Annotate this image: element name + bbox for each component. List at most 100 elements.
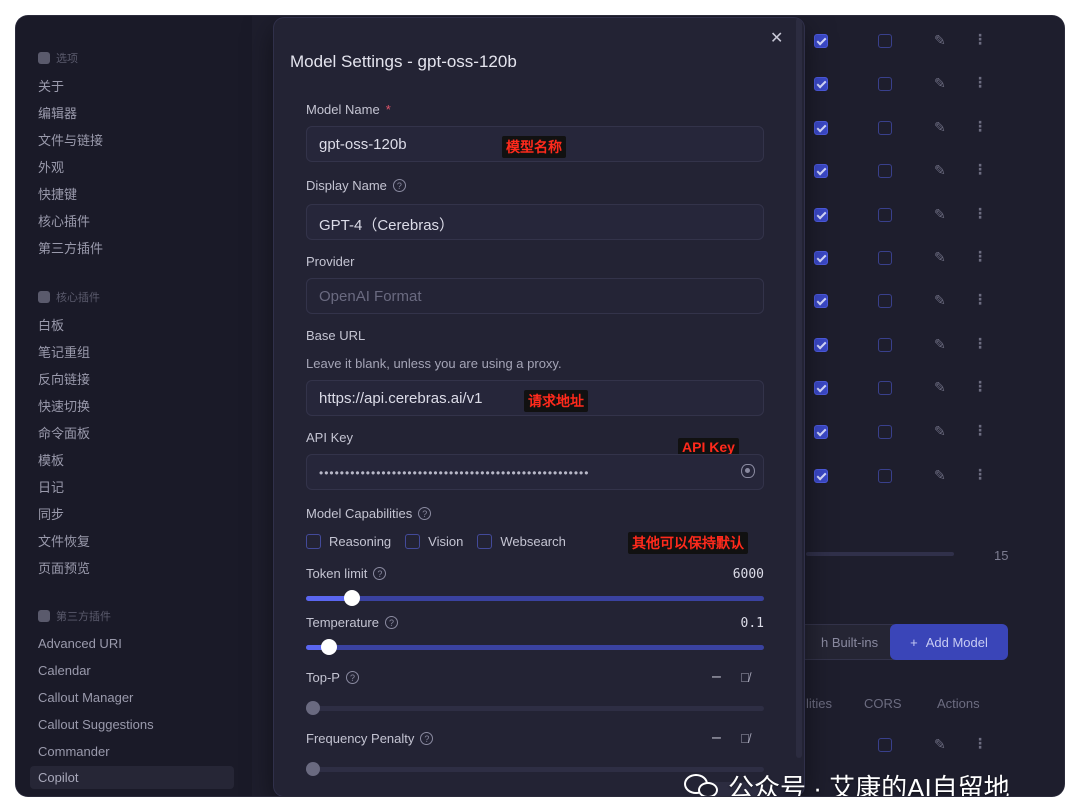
capability-websearch-checkbox[interactable]: Websearch bbox=[477, 534, 566, 549]
cors-checkbox[interactable] bbox=[878, 164, 892, 178]
edit-pencil-icon[interactable]: ✎ bbox=[934, 249, 946, 266]
help-icon[interactable]: ? bbox=[373, 567, 387, 580]
cors-checkbox[interactable] bbox=[878, 469, 892, 483]
help-icon[interactable]: ? bbox=[392, 179, 406, 192]
more-options-icon[interactable]: ⋮ bbox=[973, 291, 987, 308]
enabled-checkbox[interactable] bbox=[814, 381, 828, 395]
add-model-button[interactable]: + Add Model bbox=[890, 624, 1008, 660]
edit-pencil-icon[interactable]: ✎ bbox=[934, 292, 946, 309]
edit-pencil-icon[interactable]: ✎ bbox=[934, 423, 946, 440]
sidebar-item[interactable]: 外观 bbox=[38, 157, 64, 176]
enabled-checkbox[interactable] bbox=[814, 469, 828, 483]
more-options-icon[interactable]: ⋮ bbox=[973, 74, 987, 91]
enabled-checkbox[interactable] bbox=[814, 425, 828, 439]
edit-pencil-icon[interactable]: ✎ bbox=[934, 119, 946, 136]
more-options-icon[interactable]: ⋮ bbox=[973, 735, 987, 752]
sidebar-item[interactable]: 笔记重组 bbox=[38, 342, 90, 361]
sidebar-item[interactable]: Calendar bbox=[38, 663, 91, 678]
more-options-icon[interactable]: ⋮ bbox=[973, 205, 987, 222]
slider-handle[interactable] bbox=[344, 590, 360, 606]
cors-checkbox[interactable] bbox=[878, 381, 892, 395]
token-limit-slider[interactable] bbox=[306, 590, 764, 606]
sidebar-item[interactable]: Advanced URI bbox=[38, 636, 122, 651]
enabled-checkbox[interactable] bbox=[814, 34, 828, 48]
edit-pencil-icon[interactable]: ✎ bbox=[934, 162, 946, 179]
edit-pencil-icon[interactable]: ✎ bbox=[934, 379, 946, 396]
temperature-slider[interactable] bbox=[306, 639, 764, 655]
sidebar-item[interactable]: 快速切换 bbox=[38, 396, 90, 415]
close-icon[interactable]: ✕ bbox=[770, 28, 783, 48]
display-name-input[interactable]: GPT-4（Cerebras） bbox=[306, 204, 764, 240]
sidebar-item[interactable]: Commander bbox=[38, 744, 110, 759]
slider-handle[interactable] bbox=[306, 701, 320, 715]
annotation-others-default: 其他可以保持默认 bbox=[628, 532, 748, 554]
edit-pencil-icon[interactable]: ✎ bbox=[934, 736, 946, 753]
sidebar-item[interactable]: 日记 bbox=[38, 477, 64, 496]
capability-reasoning-checkbox[interactable]: Reasoning bbox=[306, 534, 391, 549]
slider-handle[interactable] bbox=[306, 762, 320, 776]
slider-handle[interactable] bbox=[321, 639, 337, 655]
disable-link-icon[interactable]: ⛓̸ bbox=[740, 731, 750, 746]
cors-checkbox[interactable] bbox=[878, 77, 892, 91]
settings-window: 选项 关于 编辑器 文件与链接 外观 快捷键 核心插件 第三方插件 核心插件 白… bbox=[16, 16, 1064, 796]
refresh-builtins-button[interactable]: h Built-ins bbox=[798, 624, 898, 660]
enabled-checkbox[interactable] bbox=[814, 77, 828, 91]
enabled-checkbox[interactable] bbox=[814, 294, 828, 308]
sidebar-item[interactable]: Callout Manager bbox=[38, 690, 133, 705]
more-options-icon[interactable]: ⋮ bbox=[973, 161, 987, 178]
cors-checkbox[interactable] bbox=[878, 121, 892, 135]
top-p-slider[interactable] bbox=[306, 701, 764, 715]
enabled-checkbox[interactable] bbox=[814, 338, 828, 352]
cors-checkbox[interactable] bbox=[878, 251, 892, 265]
edit-pencil-icon[interactable]: ✎ bbox=[934, 75, 946, 92]
more-options-icon[interactable]: ⋮ bbox=[973, 248, 987, 265]
sidebar-item[interactable]: 关于 bbox=[38, 76, 64, 95]
background-slider[interactable] bbox=[806, 552, 954, 556]
help-icon[interactable]: ? bbox=[420, 732, 434, 745]
api-key-input[interactable]: ••••••••••••••••••••••••••••••••••••••••… bbox=[306, 454, 764, 490]
capability-vision-checkbox[interactable]: Vision bbox=[405, 534, 463, 549]
sidebar-item[interactable]: 快捷键 bbox=[38, 184, 77, 203]
sidebar-item[interactable]: 第三方插件 bbox=[38, 238, 103, 257]
provider-select[interactable]: OpenAI Format bbox=[306, 278, 764, 314]
sidebar-item[interactable]: 白板 bbox=[38, 315, 64, 334]
sidebar-item[interactable]: 模板 bbox=[38, 450, 64, 469]
sidebar-item[interactable]: Callout Suggestions bbox=[38, 717, 154, 732]
more-options-icon[interactable]: ⋮ bbox=[973, 31, 987, 48]
more-options-icon[interactable]: ⋮ bbox=[973, 118, 987, 135]
sidebar-item[interactable]: 核心插件 bbox=[38, 211, 90, 230]
dialog-scrollbar[interactable] bbox=[796, 18, 802, 758]
cors-checkbox[interactable] bbox=[878, 338, 892, 352]
sidebar-item[interactable]: 文件恢复 bbox=[38, 531, 90, 550]
edit-pencil-icon[interactable]: ✎ bbox=[934, 206, 946, 223]
sidebar-item[interactable]: 页面预览 bbox=[38, 558, 90, 577]
help-icon[interactable]: ? bbox=[384, 616, 398, 629]
help-icon[interactable]: ? bbox=[418, 507, 432, 520]
more-options-icon[interactable]: ⋮ bbox=[973, 335, 987, 352]
cors-checkbox[interactable] bbox=[878, 738, 892, 752]
enabled-checkbox[interactable] bbox=[814, 251, 828, 265]
sidebar-item[interactable]: 文件与链接 bbox=[38, 130, 103, 149]
disable-link-icon[interactable]: ⛓̸ bbox=[740, 670, 750, 685]
cors-checkbox[interactable] bbox=[878, 34, 892, 48]
edit-pencil-icon[interactable]: ✎ bbox=[934, 467, 946, 484]
sidebar-item[interactable]: 命令面板 bbox=[38, 423, 90, 442]
sidebar-item[interactable]: 编辑器 bbox=[38, 103, 77, 122]
edit-pencil-icon[interactable]: ✎ bbox=[934, 32, 946, 49]
cors-checkbox[interactable] bbox=[878, 294, 892, 308]
cors-checkbox[interactable] bbox=[878, 425, 892, 439]
enabled-checkbox[interactable] bbox=[814, 208, 828, 222]
temperature-value: 0.1 bbox=[740, 616, 764, 631]
more-options-icon[interactable]: ⋮ bbox=[973, 422, 987, 439]
sidebar-item-copilot[interactable]: Copilot bbox=[30, 766, 234, 789]
enabled-checkbox[interactable] bbox=[814, 164, 828, 178]
more-options-icon[interactable]: ⋮ bbox=[973, 378, 987, 395]
more-options-icon[interactable]: ⋮ bbox=[973, 466, 987, 483]
edit-pencil-icon[interactable]: ✎ bbox=[934, 336, 946, 353]
enabled-checkbox[interactable] bbox=[814, 121, 828, 135]
cors-checkbox[interactable] bbox=[878, 208, 892, 222]
help-icon[interactable]: ? bbox=[345, 671, 359, 684]
eye-icon[interactable] bbox=[741, 464, 755, 478]
sidebar-item[interactable]: 同步 bbox=[38, 504, 64, 523]
sidebar-item[interactable]: 反向链接 bbox=[38, 369, 90, 388]
